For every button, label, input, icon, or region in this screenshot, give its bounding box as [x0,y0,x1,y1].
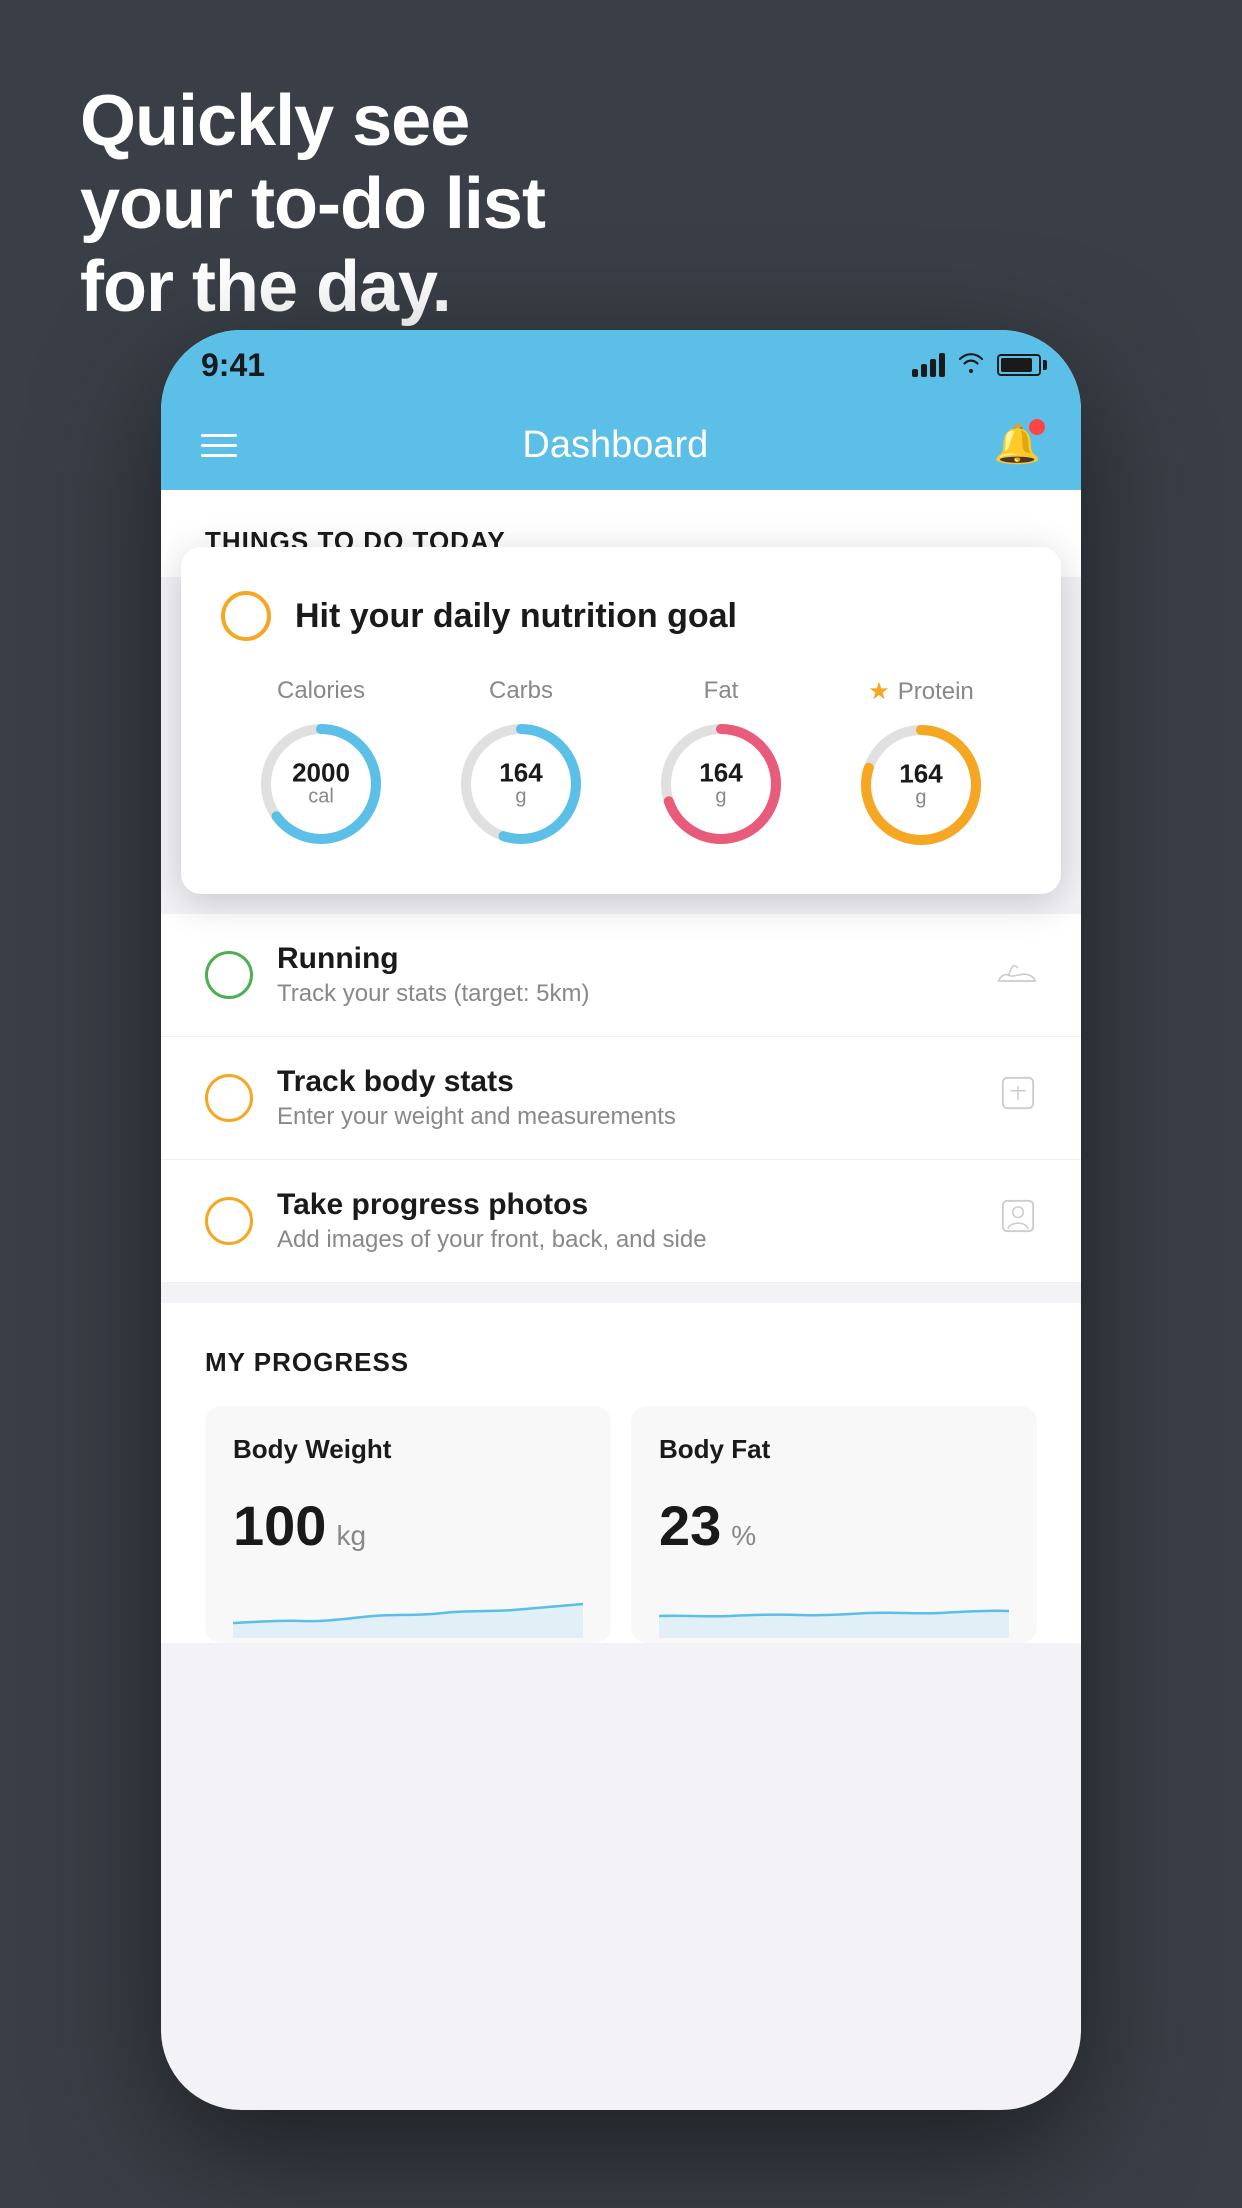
photos-subtitle: Add images of your front, back, and side [277,1226,975,1254]
todo-item-photos[interactable]: Take progress photos Add images of your … [161,1160,1081,1283]
nutrition-fat: Fat 164 g [656,677,786,849]
carbs-label: Carbs [489,677,553,705]
hamburger-menu[interactable] [201,434,237,457]
body-fat-sparkline [659,1578,1009,1638]
running-title: Running [277,942,973,976]
body-fat-value-row: 23 % [659,1493,1009,1558]
body-weight-value-row: 100 kg [233,1493,583,1558]
nutrition-items-row: Calories 2000 cal Carbs [221,677,1021,850]
notification-dot [1029,419,1045,435]
body-stats-text: Track body stats Enter your weight and m… [277,1065,975,1131]
nav-bar: Dashboard 🔔 [161,400,1081,490]
calories-label: Calories [277,677,365,705]
hero-line2: your to-do list [80,163,545,246]
wifi-icon [957,351,985,380]
progress-cards: Body Weight 100 kg Body Fat 23 % [205,1406,1037,1643]
body-weight-card[interactable]: Body Weight 100 kg [205,1406,611,1643]
notification-bell-icon[interactable]: 🔔 [994,423,1041,467]
body-fat-title: Body Fat [659,1434,1009,1465]
photos-check-circle [205,1197,253,1245]
fat-label: Fat [704,677,739,705]
nutrition-card-header: Hit your daily nutrition goal [221,591,1021,641]
calories-circle: 2000 cal [256,719,386,849]
photos-text: Take progress photos Add images of your … [277,1188,975,1254]
nav-title: Dashboard [522,424,708,467]
body-fat-card[interactable]: Body Fat 23 % [631,1406,1037,1643]
nutrition-calories: Calories 2000 cal [256,677,386,849]
photos-title: Take progress photos [277,1188,975,1222]
hero-line3: for the day. [80,246,545,329]
battery-icon [997,354,1041,376]
status-bar: 9:41 [161,330,1081,400]
body-fat-unit: % [731,1520,756,1552]
hero-line1: Quickly see [80,80,545,163]
progress-section: MY PROGRESS Body Weight 100 kg Body Fat … [161,1303,1081,1643]
status-icons [912,351,1041,380]
running-text: Running Track your stats (target: 5km) [277,942,973,1008]
progress-title: MY PROGRESS [205,1347,1037,1378]
fat-circle: 164 g [656,719,786,849]
nutrition-protein: ★ Protein 164 g [856,677,986,850]
person-icon [999,1197,1037,1245]
phone-frame: 9:41 Da [161,330,1081,2110]
nutrition-goal-card[interactable]: Hit your daily nutrition goal Calories 2… [181,547,1061,894]
body-stats-subtitle: Enter your weight and measurements [277,1103,975,1131]
todo-item-body-stats[interactable]: Track body stats Enter your weight and m… [161,1037,1081,1160]
body-fat-value: 23 [659,1493,721,1558]
hero-text: Quickly see your to-do list for the day. [80,80,545,328]
body-weight-value: 100 [233,1493,326,1558]
carbs-circle: 164 g [456,719,586,849]
status-time: 9:41 [201,347,265,384]
body-stats-title: Track body stats [277,1065,975,1099]
protein-circle: 164 g [856,720,986,850]
running-check-circle [205,951,253,999]
running-shoe-icon [997,953,1037,998]
nutrition-card-title: Hit your daily nutrition goal [295,597,737,636]
body-stats-check-circle [205,1074,253,1122]
protein-label: Protein [898,678,974,706]
body-weight-unit: kg [336,1520,366,1552]
todo-item-running[interactable]: Running Track your stats (target: 5km) [161,914,1081,1037]
signal-icon [912,353,945,377]
todo-list: Running Track your stats (target: 5km) T… [161,914,1081,1283]
body-weight-title: Body Weight [233,1434,583,1465]
body-weight-sparkline [233,1578,583,1638]
star-icon: ★ [868,677,890,706]
nutrition-carbs: Carbs 164 g [456,677,586,849]
nutrition-check-circle [221,591,271,641]
running-subtitle: Track your stats (target: 5km) [277,980,973,1008]
scale-icon [999,1074,1037,1122]
